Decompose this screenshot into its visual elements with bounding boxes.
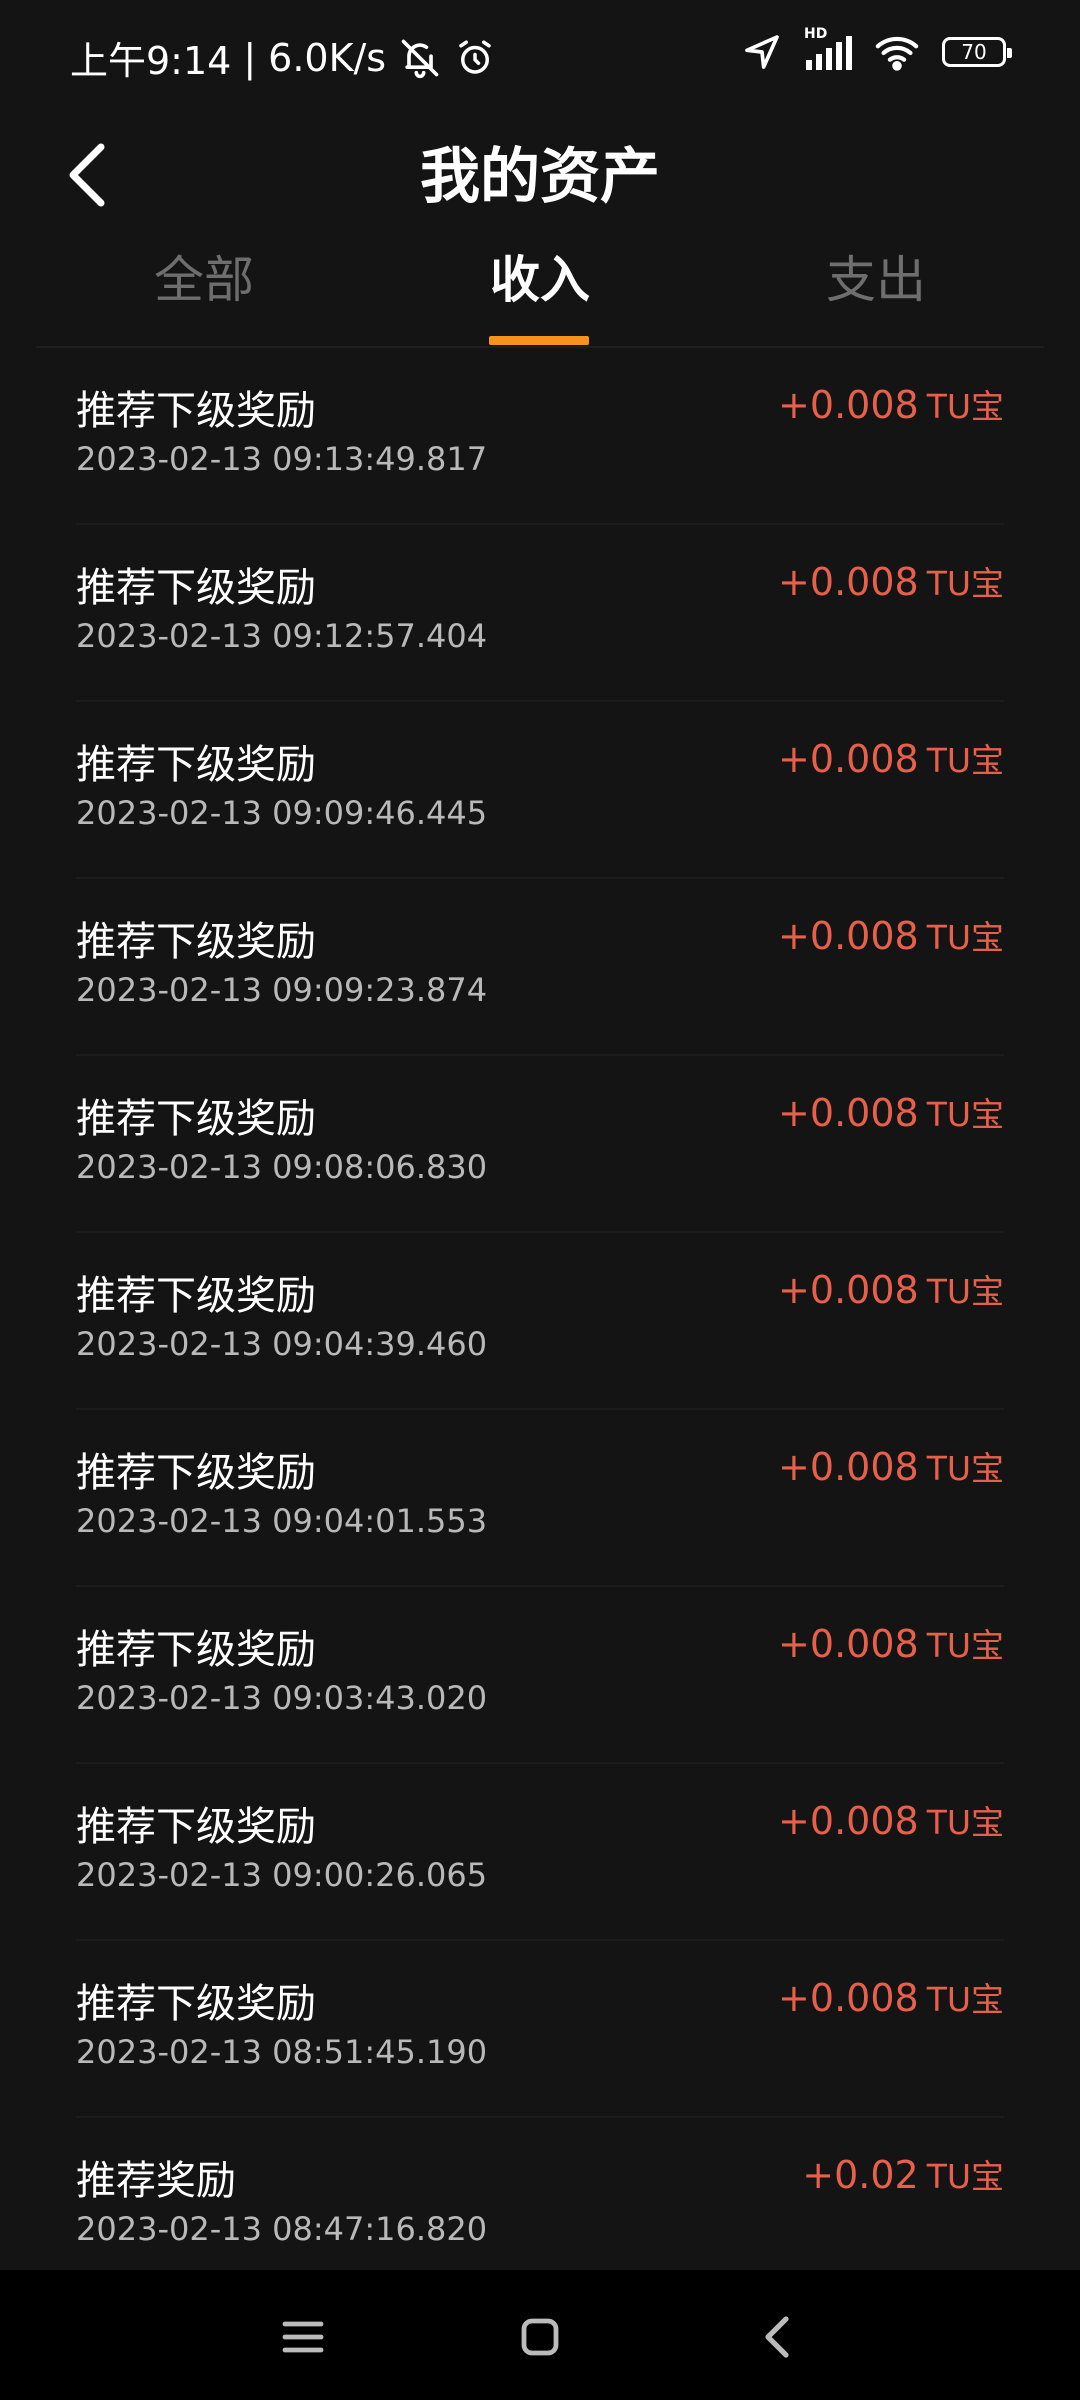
record-title: 推荐下级奖励 xyxy=(76,1804,316,1850)
record-title: 推荐下级奖励 xyxy=(76,565,316,611)
amount-unit: TU宝 xyxy=(926,1095,1004,1134)
record-amount: +0.008 TU宝 xyxy=(778,1796,1004,1844)
amount-value: +0.008 xyxy=(778,737,919,781)
wifi-icon xyxy=(874,32,920,72)
tab-bar: 全部 收入 支出 xyxy=(36,236,1044,348)
record-time: 2023-02-13 09:09:46.445 xyxy=(76,794,488,832)
tab-all[interactable]: 全部 xyxy=(36,236,372,346)
amount-unit: TU宝 xyxy=(926,387,1004,426)
list-item[interactable]: 推荐奖励 2023-02-13 08:47:16.820 +0.02 TU宝 xyxy=(76,2118,1004,2293)
record-title: 推荐奖励 xyxy=(76,2158,236,2204)
amount-unit: TU宝 xyxy=(926,1980,1004,2019)
record-time: 2023-02-13 09:00:26.065 xyxy=(76,1856,488,1894)
signal-hd-label: HD xyxy=(804,26,828,42)
list-item[interactable]: 推荐下级奖励 2023-02-13 09:08:06.830 +0.008 TU宝 xyxy=(76,1056,1004,1233)
list-item[interactable]: 推荐下级奖励 2023-02-13 09:00:26.065 +0.008 TU宝 xyxy=(76,1764,1004,1941)
amount-unit: TU宝 xyxy=(926,1449,1004,1488)
amount-unit: TU宝 xyxy=(926,1803,1004,1842)
record-amount: +0.008 TU宝 xyxy=(778,1619,1004,1667)
record-amount: +0.008 TU宝 xyxy=(778,734,1004,782)
battery-indicator: 70 xyxy=(942,37,1012,67)
signal-bars-icon: HD xyxy=(804,26,852,72)
app-header: 我的资产 xyxy=(0,118,1080,236)
amount-unit: TU宝 xyxy=(926,2157,1004,2196)
amount-value: +0.008 xyxy=(778,1622,919,1666)
status-bar: 上午9:14 | 6.0K/s HD 70 xyxy=(0,0,1080,118)
income-records-list: 推荐下级奖励 2023-02-13 09:13:49.817 +0.008 TU宝… xyxy=(0,348,1080,2293)
nav-back-button[interactable] xyxy=(742,2302,812,2372)
status-net-speed: 6.0K/s xyxy=(268,35,387,80)
bell-off-icon xyxy=(398,36,442,80)
amount-value: +0.008 xyxy=(778,1976,919,2020)
record-amount: +0.008 TU宝 xyxy=(778,380,1004,428)
list-item[interactable]: 推荐下级奖励 2023-02-13 09:12:57.404 +0.008 TU宝 xyxy=(76,525,1004,702)
record-time: 2023-02-13 08:51:45.190 xyxy=(76,2033,488,2071)
record-amount: +0.02 TU宝 xyxy=(802,2150,1004,2198)
record-amount: +0.008 TU宝 xyxy=(778,1265,1004,1313)
tab-income[interactable]: 收入 xyxy=(372,236,708,346)
record-time: 2023-02-13 08:47:16.820 xyxy=(76,2210,488,2248)
record-title: 推荐下级奖励 xyxy=(76,742,316,788)
amount-unit: TU宝 xyxy=(926,1626,1004,1665)
amount-unit: TU宝 xyxy=(926,741,1004,780)
amount-value: +0.008 xyxy=(778,1445,919,1489)
list-item[interactable]: 推荐下级奖励 2023-02-13 08:51:45.190 +0.008 TU宝 xyxy=(76,1941,1004,2118)
list-item[interactable]: 推荐下级奖励 2023-02-13 09:04:01.553 +0.008 TU宝 xyxy=(76,1410,1004,1587)
status-right: HD 70 xyxy=(742,26,1012,72)
amount-value: +0.008 xyxy=(778,914,919,958)
record-amount: +0.008 TU宝 xyxy=(778,1442,1004,1490)
record-title: 推荐下级奖励 xyxy=(76,1627,316,1673)
alarm-clock-icon xyxy=(454,37,496,79)
amount-value: +0.02 xyxy=(802,2153,919,2197)
status-left: 上午9:14 | 6.0K/s xyxy=(70,30,496,85)
page-title: 我的资产 xyxy=(420,142,660,212)
chevron-left-icon xyxy=(762,2315,792,2359)
nav-home-button[interactable] xyxy=(505,2302,575,2372)
tab-expense[interactable]: 支出 xyxy=(708,236,1044,346)
status-separator: | xyxy=(243,35,257,80)
menu-icon xyxy=(281,2318,325,2356)
amount-value: +0.008 xyxy=(778,1091,919,1135)
record-time: 2023-02-13 09:08:06.830 xyxy=(76,1148,488,1186)
location-arrow-icon xyxy=(742,32,782,72)
record-time: 2023-02-13 09:12:57.404 xyxy=(76,617,488,655)
record-time: 2023-02-13 09:04:01.553 xyxy=(76,1502,488,1540)
record-amount: +0.008 TU宝 xyxy=(778,1088,1004,1136)
amount-unit: TU宝 xyxy=(926,918,1004,957)
amount-unit: TU宝 xyxy=(926,564,1004,603)
system-nav-bar xyxy=(0,2270,1080,2400)
active-tab-indicator xyxy=(489,336,589,345)
record-title: 推荐下级奖励 xyxy=(76,1981,316,2027)
record-title: 推荐下级奖励 xyxy=(76,388,316,434)
list-item[interactable]: 推荐下级奖励 2023-02-13 09:09:46.445 +0.008 TU宝 xyxy=(76,702,1004,879)
home-square-icon xyxy=(520,2317,560,2357)
nav-menu-button[interactable] xyxy=(268,2302,338,2372)
battery-level: 70 xyxy=(961,40,987,64)
amount-value: +0.008 xyxy=(778,1799,919,1843)
record-title: 推荐下级奖励 xyxy=(76,919,316,965)
record-amount: +0.008 TU宝 xyxy=(778,1973,1004,2021)
record-title: 推荐下级奖励 xyxy=(76,1096,316,1142)
list-item[interactable]: 推荐下级奖励 2023-02-13 09:09:23.874 +0.008 TU宝 xyxy=(76,879,1004,1056)
record-time: 2023-02-13 09:13:49.817 xyxy=(76,440,488,478)
record-amount: +0.008 TU宝 xyxy=(778,557,1004,605)
record-title: 推荐下级奖励 xyxy=(76,1450,316,1496)
amount-value: +0.008 xyxy=(778,1268,919,1312)
record-amount: +0.008 TU宝 xyxy=(778,911,1004,959)
amount-unit: TU宝 xyxy=(926,1272,1004,1311)
record-time: 2023-02-13 09:09:23.874 xyxy=(76,971,488,1009)
status-time: 上午9:14 xyxy=(70,39,232,83)
amount-value: +0.008 xyxy=(778,383,919,427)
list-item[interactable]: 推荐下级奖励 2023-02-13 09:03:43.020 +0.008 TU宝 xyxy=(76,1587,1004,1764)
record-time: 2023-02-13 09:03:43.020 xyxy=(76,1679,488,1717)
record-time: 2023-02-13 09:04:39.460 xyxy=(76,1325,488,1363)
amount-value: +0.008 xyxy=(778,560,919,604)
record-title: 推荐下级奖励 xyxy=(76,1273,316,1319)
list-item[interactable]: 推荐下级奖励 2023-02-13 09:13:49.817 +0.008 TU宝 xyxy=(76,348,1004,525)
list-item[interactable]: 推荐下级奖励 2023-02-13 09:04:39.460 +0.008 TU宝 xyxy=(76,1233,1004,1410)
